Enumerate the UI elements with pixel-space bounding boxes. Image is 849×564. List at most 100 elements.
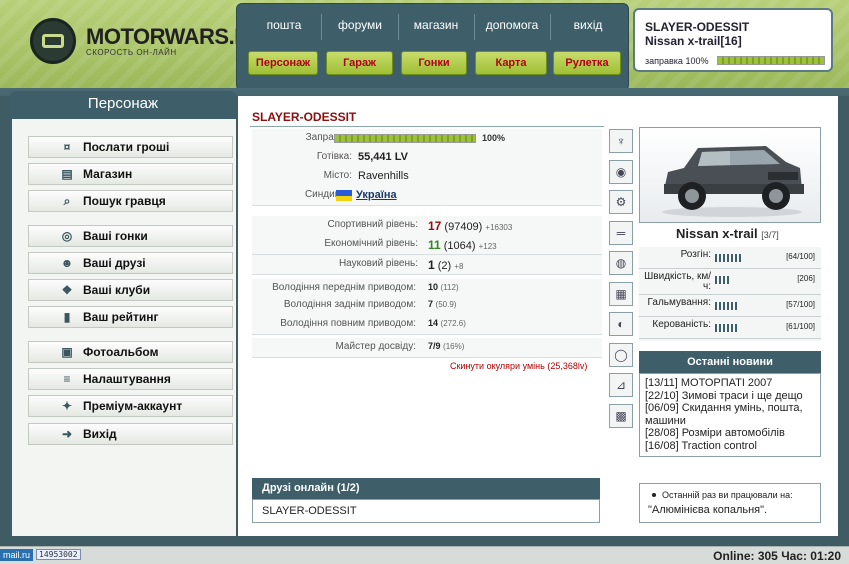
sidebar-item-2[interactable]: ▤ Магазин [28,163,233,185]
nav-link-mail[interactable]: пошта [249,18,319,32]
skill-level: 14 [428,318,439,328]
spec-label: Розгін: [680,249,711,260]
cash-value: 55,441 LV [358,151,408,163]
user-fuel-fill [718,57,824,64]
skill-row: Володіння повним приводом: 14 (272.6) [252,315,602,335]
sidebar-item-label: Пошук гравця [83,194,166,208]
spec-label: Гальмування: [647,297,711,308]
visit-counter: 14953002 [36,549,81,560]
logo[interactable]: MOTORWARS.RU СКОРОСТЬ ОН-ЛАЙН [0,0,265,92]
chip-icon[interactable]: ▩ [609,403,633,428]
level-label: Спортивний рівень: [327,219,418,230]
sidebar-item-label: Вихід [83,427,117,441]
spec-value: [57/100] [786,300,815,309]
nav-button-character[interactable]: Персонаж [248,51,318,75]
sidebar-item-label: Преміум-аккаунт [83,399,183,413]
sidebar-item-4[interactable]: ◎ Ваші гонки [28,225,233,247]
nav-link-exit[interactable]: вихід [553,18,623,32]
exhaust-icon[interactable]: ═ [609,220,633,245]
sidebar-item-8[interactable]: ▣ Фотоальбом [28,341,233,363]
nav-button-garage[interactable]: Гараж [326,51,393,75]
user-fuel-label: заправка 100% [645,56,709,66]
mailru-badge[interactable]: mail.ru [0,549,34,561]
photo-icon: ▣ [61,345,73,359]
sidebar-item-6[interactable]: ❖ Ваші клуби [28,279,233,301]
mastery-detail: (16%) [443,342,465,351]
level-number: 11 [428,238,441,252]
news-item[interactable]: [22/10] Зимові траси і ще дещо [645,390,815,403]
skill-row: Володіння заднім приводом: 7 (50.9) [252,296,602,316]
car-model: Nissan x-trail [676,226,758,241]
turbo-icon[interactable]: ◍ [609,251,633,275]
fuel-row: Заправка: 100% [252,129,602,149]
spec-value: [206] [797,274,815,283]
last-work-text: Останній раз ви працювали на: [662,490,793,500]
suspension-icon[interactable]: ♆ [609,129,633,153]
skill-detail: (272.6) [440,319,466,328]
engine-icon[interactable]: ▦ [609,281,633,306]
logo-inner [42,34,64,48]
sidebar-item-1[interactable]: ¤ Послати гроші [28,136,233,158]
tire-icon[interactable]: ◉ [609,159,633,184]
level-value: 17 (97409) +16303 [428,219,512,233]
mastery-row: Майстер досвіду: 7/9 (16%) [252,338,602,358]
news-item[interactable]: [16/08] Traction control [645,440,815,453]
nav-separator [321,14,322,40]
car-slots: [3/7] [761,230,779,240]
brake-icon[interactable]: ◐ [609,312,633,336]
wheel-icon[interactable]: ◯ [609,342,633,367]
nav-link-shop[interactable]: магазин [401,18,471,32]
nav-link-help[interactable]: допомога [477,18,547,32]
sidebar-item-11[interactable]: ➜ Вихід [28,423,233,445]
seat-icon[interactable]: ⊿ [609,373,633,397]
sidebar-item-5[interactable]: ☻ Ваші друзі [28,252,233,274]
spec-label: Керованість: [652,319,711,330]
last-work-box: Останній раз ви працювали на: "Алюмінієв… [639,483,821,523]
sidebar-item-label: Фотоальбом [83,345,159,359]
level-points: (1064) [443,240,476,252]
friend-item[interactable]: SLAYER-ODESSIT [262,505,357,517]
mastery-value: 7/9 (16%) [428,341,464,351]
nav-button-roulette[interactable]: Рулетка [553,51,621,75]
skill-label: Володіння заднім приводом: [283,299,416,310]
nav-button-races[interactable]: Гонки [401,51,467,75]
syndicate-link[interactable]: Україна [356,189,397,201]
car-spec-row: Швидкість, км/ч: [206] [639,269,821,295]
sidebar-title: Персонаж [10,91,236,119]
spec-bar [715,302,738,310]
online-status: Online: 305 Час: 01:20 [713,549,841,563]
exit-icon: ➜ [61,427,73,441]
news-item[interactable]: [06/09] Скидання умінь, пошта, машини [645,402,815,427]
user-name[interactable]: SLAYER-ODESSIT [645,20,749,34]
nav-button-map[interactable]: Карта [475,51,547,75]
sidebar-item-9[interactable]: ≡ Налаштування [28,368,233,390]
sidebar-item-3[interactable]: ⌕ Пошук гравця [28,190,233,212]
level-delta: +8 [454,262,464,271]
car-image[interactable] [639,127,821,223]
news-item[interactable]: [13/11] МОТОРПАТІ 2007 [645,377,815,390]
level-label: Економічний рівень: [324,238,418,249]
level-row: Спортивний рівень: 17 (97409) +16303 [252,216,602,236]
skill-detail: (50.9) [435,300,457,309]
car-specs: Розгін: [64/100] Швидкість, км/ч: [206] Галь… [639,247,821,341]
nav-separator [550,14,551,40]
last-work-value: "Алюмінієва копальня". [648,504,768,516]
fuel-bar [334,134,476,143]
logo-subtitle: СКОРОСТЬ ОН-ЛАЙН [86,48,177,57]
car-name: Nissan x-trail [3/7] [676,226,779,241]
sidebar-item-7[interactable]: ▮ Ваш рейтинг [28,306,233,328]
car-spec-row: Керованість: [61/100] [639,317,821,339]
rating-icon: ▮ [63,310,71,324]
friends-icon: ☻ [60,256,74,270]
cash-row: Готівка: 55,441 LV [252,148,602,168]
settings-icon: ≡ [63,372,71,386]
news-item[interactable]: [28/08] Розміри автомобілів [645,427,815,440]
reset-skills-link[interactable]: Скинути окуляри умінь (25,368lv) [450,361,587,371]
nav-separator [398,14,399,40]
news-title: Останні новини [639,351,821,373]
gearbox-icon[interactable]: ⚙ [609,190,633,214]
sidebar-item-10[interactable]: ✦ Преміум-аккаунт [28,395,233,417]
logo-mark-icon [30,18,76,64]
sidebar-item-label: Ваші клуби [83,283,151,297]
nav-link-forums[interactable]: форуми [325,18,395,32]
